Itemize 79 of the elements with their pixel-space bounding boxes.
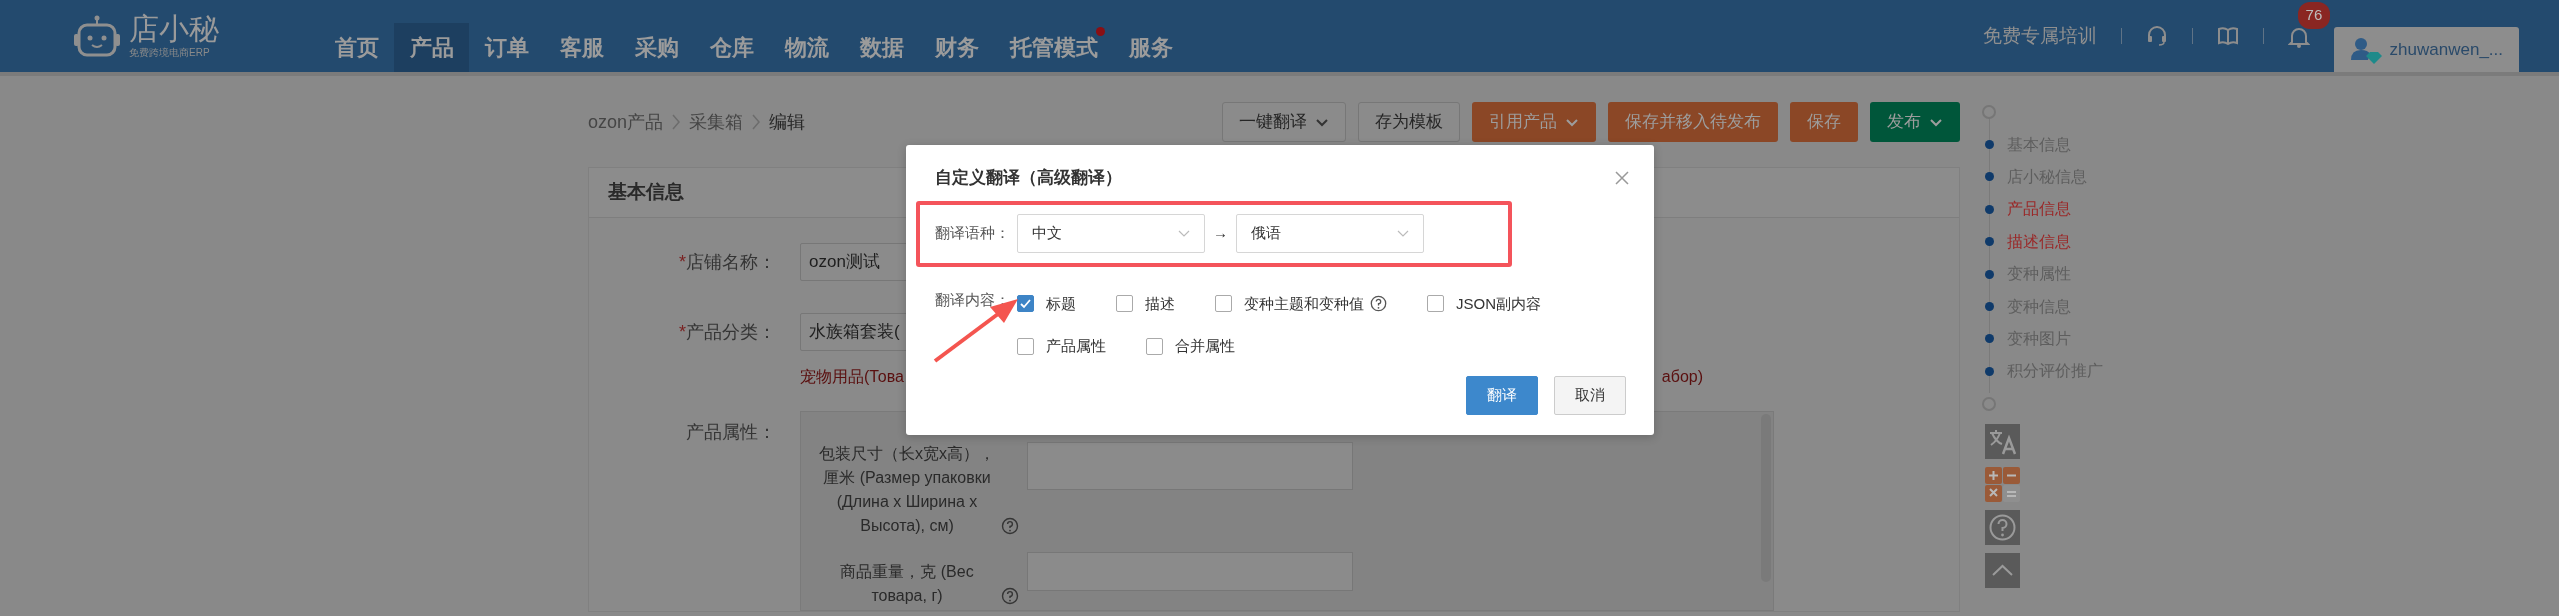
timeline-dot: [1985, 204, 1994, 214]
attribute-label: 商品重量，克 (Вес товара, г): [839, 562, 975, 606]
checkbox-label[interactable]: JSON副内容: [1456, 292, 1541, 315]
user-menu[interactable]: zhuwanwen_...: [2333, 27, 2519, 72]
checkbox-label[interactable]: 描述: [1145, 292, 1175, 315]
field-label: 翻译内容：: [935, 289, 1011, 310]
translate-icon[interactable]: [1985, 423, 2020, 459]
checkbox-label[interactable]: 标题: [1046, 292, 1076, 315]
breadcrumb-item[interactable]: ozon产品: [588, 108, 664, 136]
category-path: 宠物用品(Това: [800, 367, 904, 387]
nav-item[interactable]: 服务: [1113, 23, 1188, 72]
field-label: 产品属性：: [686, 422, 776, 442]
checkbox[interactable]: [1017, 295, 1034, 313]
help-icon[interactable]: [1001, 587, 1019, 605]
breadcrumb-item: 编辑: [769, 110, 806, 134]
toolbar-button[interactable]: 一键翻译: [1222, 102, 1346, 142]
toolbar-button[interactable]: 引用产品: [1472, 102, 1596, 142]
calculator-icon[interactable]: [1985, 466, 2020, 502]
user-avatar-icon: [2349, 35, 2382, 64]
timeline-dot: [1985, 172, 1994, 182]
toolbar-button[interactable]: 保存并移入待发布: [1608, 102, 1778, 142]
close-icon[interactable]: [1614, 169, 1630, 186]
nav-item[interactable]: 数据: [844, 23, 919, 72]
nav-item[interactable]: 托管模式: [994, 23, 1113, 72]
field-label: 翻译语种：: [935, 223, 1011, 244]
bell-icon[interactable]: [2287, 25, 2310, 48]
logo-subtitle: 免费跨境电商ERP: [129, 48, 211, 58]
timeline-dot: [1985, 366, 1994, 376]
checkbox-label[interactable]: 合并属性: [1175, 335, 1235, 358]
nav-item[interactable]: 财务: [919, 23, 994, 72]
field-label: *店铺名称：: [679, 252, 776, 272]
checkbox[interactable]: [1146, 337, 1163, 355]
language-select[interactable]: 俄语: [1236, 214, 1424, 253]
anchor-link[interactable]: 产品信息: [2007, 197, 2071, 222]
translate-button[interactable]: 翻译: [1466, 375, 1538, 415]
timeline-dot: [1985, 237, 1994, 247]
nav-item[interactable]: 产品: [394, 23, 469, 72]
training-link[interactable]: 免费专属培训: [1982, 21, 2097, 51]
checkbox-label[interactable]: 变种主题和变种值: [1244, 292, 1364, 315]
nav-item[interactable]: 订单: [469, 23, 544, 72]
checkbox[interactable]: [1017, 337, 1034, 355]
nav-item[interactable]: 客服: [544, 23, 619, 72]
language-select[interactable]: 中文: [1017, 214, 1205, 253]
notification-count: 76: [2297, 2, 2331, 29]
caret-icon: [1397, 229, 1409, 238]
checkbox[interactable]: [1116, 295, 1133, 313]
nav-item[interactable]: 首页: [319, 23, 394, 72]
cancel-button[interactable]: 取消: [1554, 375, 1626, 415]
anchor-link[interactable]: 描述信息: [2007, 229, 2071, 254]
field-label: *产品分类：: [679, 322, 776, 342]
breadcrumb-item[interactable]: 采集箱: [689, 108, 744, 136]
timeline-dot: [1985, 334, 1994, 344]
attribute-label: 包装尺寸（长x宽x高），厘米 (Размер упаковки (Длина x Ширина x Высота), см): [818, 444, 996, 536]
toolbar-button[interactable]: 存为模板: [1358, 102, 1460, 142]
arrow-text: →: [1213, 223, 1228, 244]
dialog-title: 自定义翻译（高级翻译）: [935, 167, 1122, 189]
logo-text: 店小秘: [129, 14, 219, 44]
caret-icon: [1178, 229, 1190, 238]
timeline-dot: [1985, 140, 1994, 150]
help-icon[interactable]: [1370, 295, 1387, 313]
checkbox[interactable]: [1427, 295, 1444, 313]
checkbox-label[interactable]: 产品属性: [1046, 335, 1106, 358]
help-icon[interactable]: [1001, 517, 1019, 535]
toolbar-button[interactable]: 保存: [1790, 102, 1858, 142]
category-path: абор): [1661, 367, 1703, 387]
book-icon[interactable]: [2216, 25, 2239, 47]
chevron-icon: [751, 113, 762, 131]
nav-item[interactable]: 仓库: [694, 23, 769, 72]
nav-item[interactable]: 物流: [769, 23, 844, 72]
timeline-dot: [1985, 269, 1994, 279]
back-to-top-icon[interactable]: [1985, 552, 2020, 588]
checkbox[interactable]: [1215, 295, 1232, 313]
timeline-dot: [1985, 302, 1994, 312]
chevron-icon: [671, 113, 682, 131]
nav-item[interactable]: 采购: [619, 23, 694, 72]
headset-icon[interactable]: [2145, 25, 2168, 47]
toolbar-button[interactable]: 发布: [1870, 102, 1960, 142]
robot-logo-icon: [73, 15, 121, 57]
username[interactable]: zhuwanwen_...: [2389, 36, 2503, 63]
